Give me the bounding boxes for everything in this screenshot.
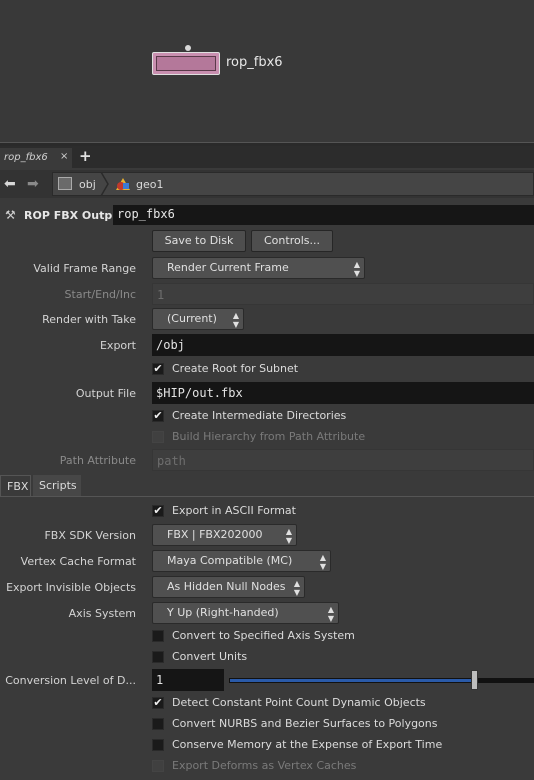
fbx-sdk-version-menu[interactable]: FBX | FBX202000 ▲ ▼ [152, 524, 297, 546]
convert-units-checkbox[interactable] [152, 651, 164, 663]
conversion-level-field[interactable]: 1 [152, 669, 224, 691]
menu-arrow-icon: ▲ ▼ [327, 605, 334, 623]
path-attribute-label: Path Attribute [59, 454, 136, 467]
render-with-take-value: (Current) [167, 312, 217, 325]
export-field[interactable]: /obj [152, 334, 534, 356]
tab-close-icon[interactable]: × [60, 151, 68, 162]
conversion-level-slider-handle[interactable] [471, 670, 478, 690]
convert-nurbs-checkbox[interactable] [152, 718, 164, 730]
obj-network-icon [58, 177, 72, 190]
forward-arrow-icon[interactable]: ➡ [27, 176, 39, 192]
node-name-label: rop_fbx6 [226, 55, 283, 70]
render-with-take-label: Render with Take [42, 313, 136, 326]
save-to-disk-button[interactable]: Save to Disk [152, 230, 246, 252]
build-hierarchy-checkbox[interactable] [152, 431, 164, 443]
valid-frame-range-menu[interactable]: Render Current Frame ▲ ▼ [152, 257, 365, 279]
create-dirs-label: Create Intermediate Directories [172, 409, 347, 422]
vertex-cache-format-value: Maya Compatible (MC) [167, 554, 293, 567]
menu-arrow-icon: ▲ ▼ [285, 527, 292, 545]
detect-constant-label: Detect Constant Point Count Dynamic Obje… [172, 696, 426, 709]
conserve-memory-label: Conserve Memory at the Expense of Export… [172, 738, 443, 751]
create-root-checkbox[interactable]: ✔ [152, 363, 164, 375]
axis-system-value: Y Up (Right-handed) [167, 606, 279, 619]
valid-frame-range-label: Valid Frame Range [33, 262, 136, 275]
subtab-divider [0, 496, 534, 497]
rop-fbx-node[interactable] [152, 52, 220, 75]
conversion-level-slider-rest[interactable] [476, 678, 534, 683]
network-view[interactable] [0, 0, 534, 142]
create-dirs-checkbox[interactable]: ✔ [152, 410, 164, 422]
breadcrumb-separator-icon [100, 172, 109, 196]
rop-fbx-icon[interactable]: ⚒ [5, 208, 16, 222]
conversion-level-label: Conversion Level of D... [5, 674, 136, 687]
node-input-connector[interactable] [185, 45, 191, 51]
axis-system-menu[interactable]: Y Up (Right-handed) ▲ ▼ [152, 602, 339, 624]
tab-fbx[interactable]: FBX [0, 475, 31, 496]
build-hierarchy-label: Build Hierarchy from Path Attribute [172, 430, 366, 443]
fbx-sdk-version-value: FBX | FBX202000 [167, 528, 263, 541]
start-end-inc-field[interactable]: 1 [152, 283, 534, 305]
breadcrumb-obj[interactable]: obj [79, 178, 96, 191]
export-invisible-value: As Hidden Null Nodes [167, 580, 286, 593]
export-invisible-label: Export Invisible Objects [6, 581, 136, 594]
export-deforms-label: Export Deforms as Vertex Caches [172, 759, 357, 772]
breadcrumb-geo[interactable]: geo1 [136, 178, 163, 191]
geo-node-icon [116, 178, 130, 190]
render-with-take-menu[interactable]: (Current) ▲ ▼ [152, 308, 244, 330]
menu-arrow-icon: ▲ ▼ [353, 260, 360, 278]
menu-arrow-icon: ▲ ▼ [319, 553, 326, 571]
valid-frame-range-value: Render Current Frame [167, 261, 289, 274]
operator-name-field[interactable]: rop_fbx6 [113, 205, 534, 225]
vertex-cache-format-menu[interactable]: Maya Compatible (MC) ▲ ▼ [152, 550, 331, 572]
vertex-cache-format-label: Vertex Cache Format [20, 555, 136, 568]
convert-axis-label: Convert to Specified Axis System [172, 629, 355, 642]
export-deforms-checkbox[interactable] [152, 760, 164, 772]
controls-button[interactable]: Controls... [251, 230, 333, 252]
create-root-label: Create Root for Subnet [172, 362, 299, 375]
menu-arrow-icon: ▲ ▼ [293, 579, 300, 597]
path-attribute-field[interactable]: path [152, 449, 534, 471]
tab-label: rop_fbx6 [4, 152, 48, 163]
start-end-inc-label: Start/End/Inc [64, 288, 136, 301]
fbx-sdk-version-label: FBX SDK Version [44, 529, 136, 542]
output-file-label: Output File [75, 387, 136, 400]
detect-constant-checkbox[interactable]: ✔ [152, 697, 164, 709]
menu-arrow-icon: ▲ ▼ [232, 311, 239, 329]
back-arrow-icon[interactable]: ⬅ [4, 176, 16, 192]
export-invisible-menu[interactable]: As Hidden Null Nodes ▲ ▼ [152, 576, 305, 598]
export-label: Export [99, 339, 136, 352]
output-file-field[interactable]: $HIP/out.fbx [152, 382, 534, 404]
conserve-memory-checkbox[interactable] [152, 739, 164, 751]
axis-system-label: Axis System [68, 607, 136, 620]
operator-type-label: ROP FBX Output [24, 209, 126, 222]
add-tab-icon[interactable]: + [79, 147, 92, 165]
convert-nurbs-label: Convert NURBS and Bezier Surfaces to Pol… [172, 717, 438, 730]
tab-scripts[interactable]: Scripts [33, 475, 81, 496]
export-ascii-checkbox[interactable]: ✔ [152, 505, 164, 517]
convert-axis-checkbox[interactable] [152, 630, 164, 642]
convert-units-label: Convert Units [172, 650, 248, 663]
export-ascii-label: Export in ASCII Format [172, 504, 296, 517]
